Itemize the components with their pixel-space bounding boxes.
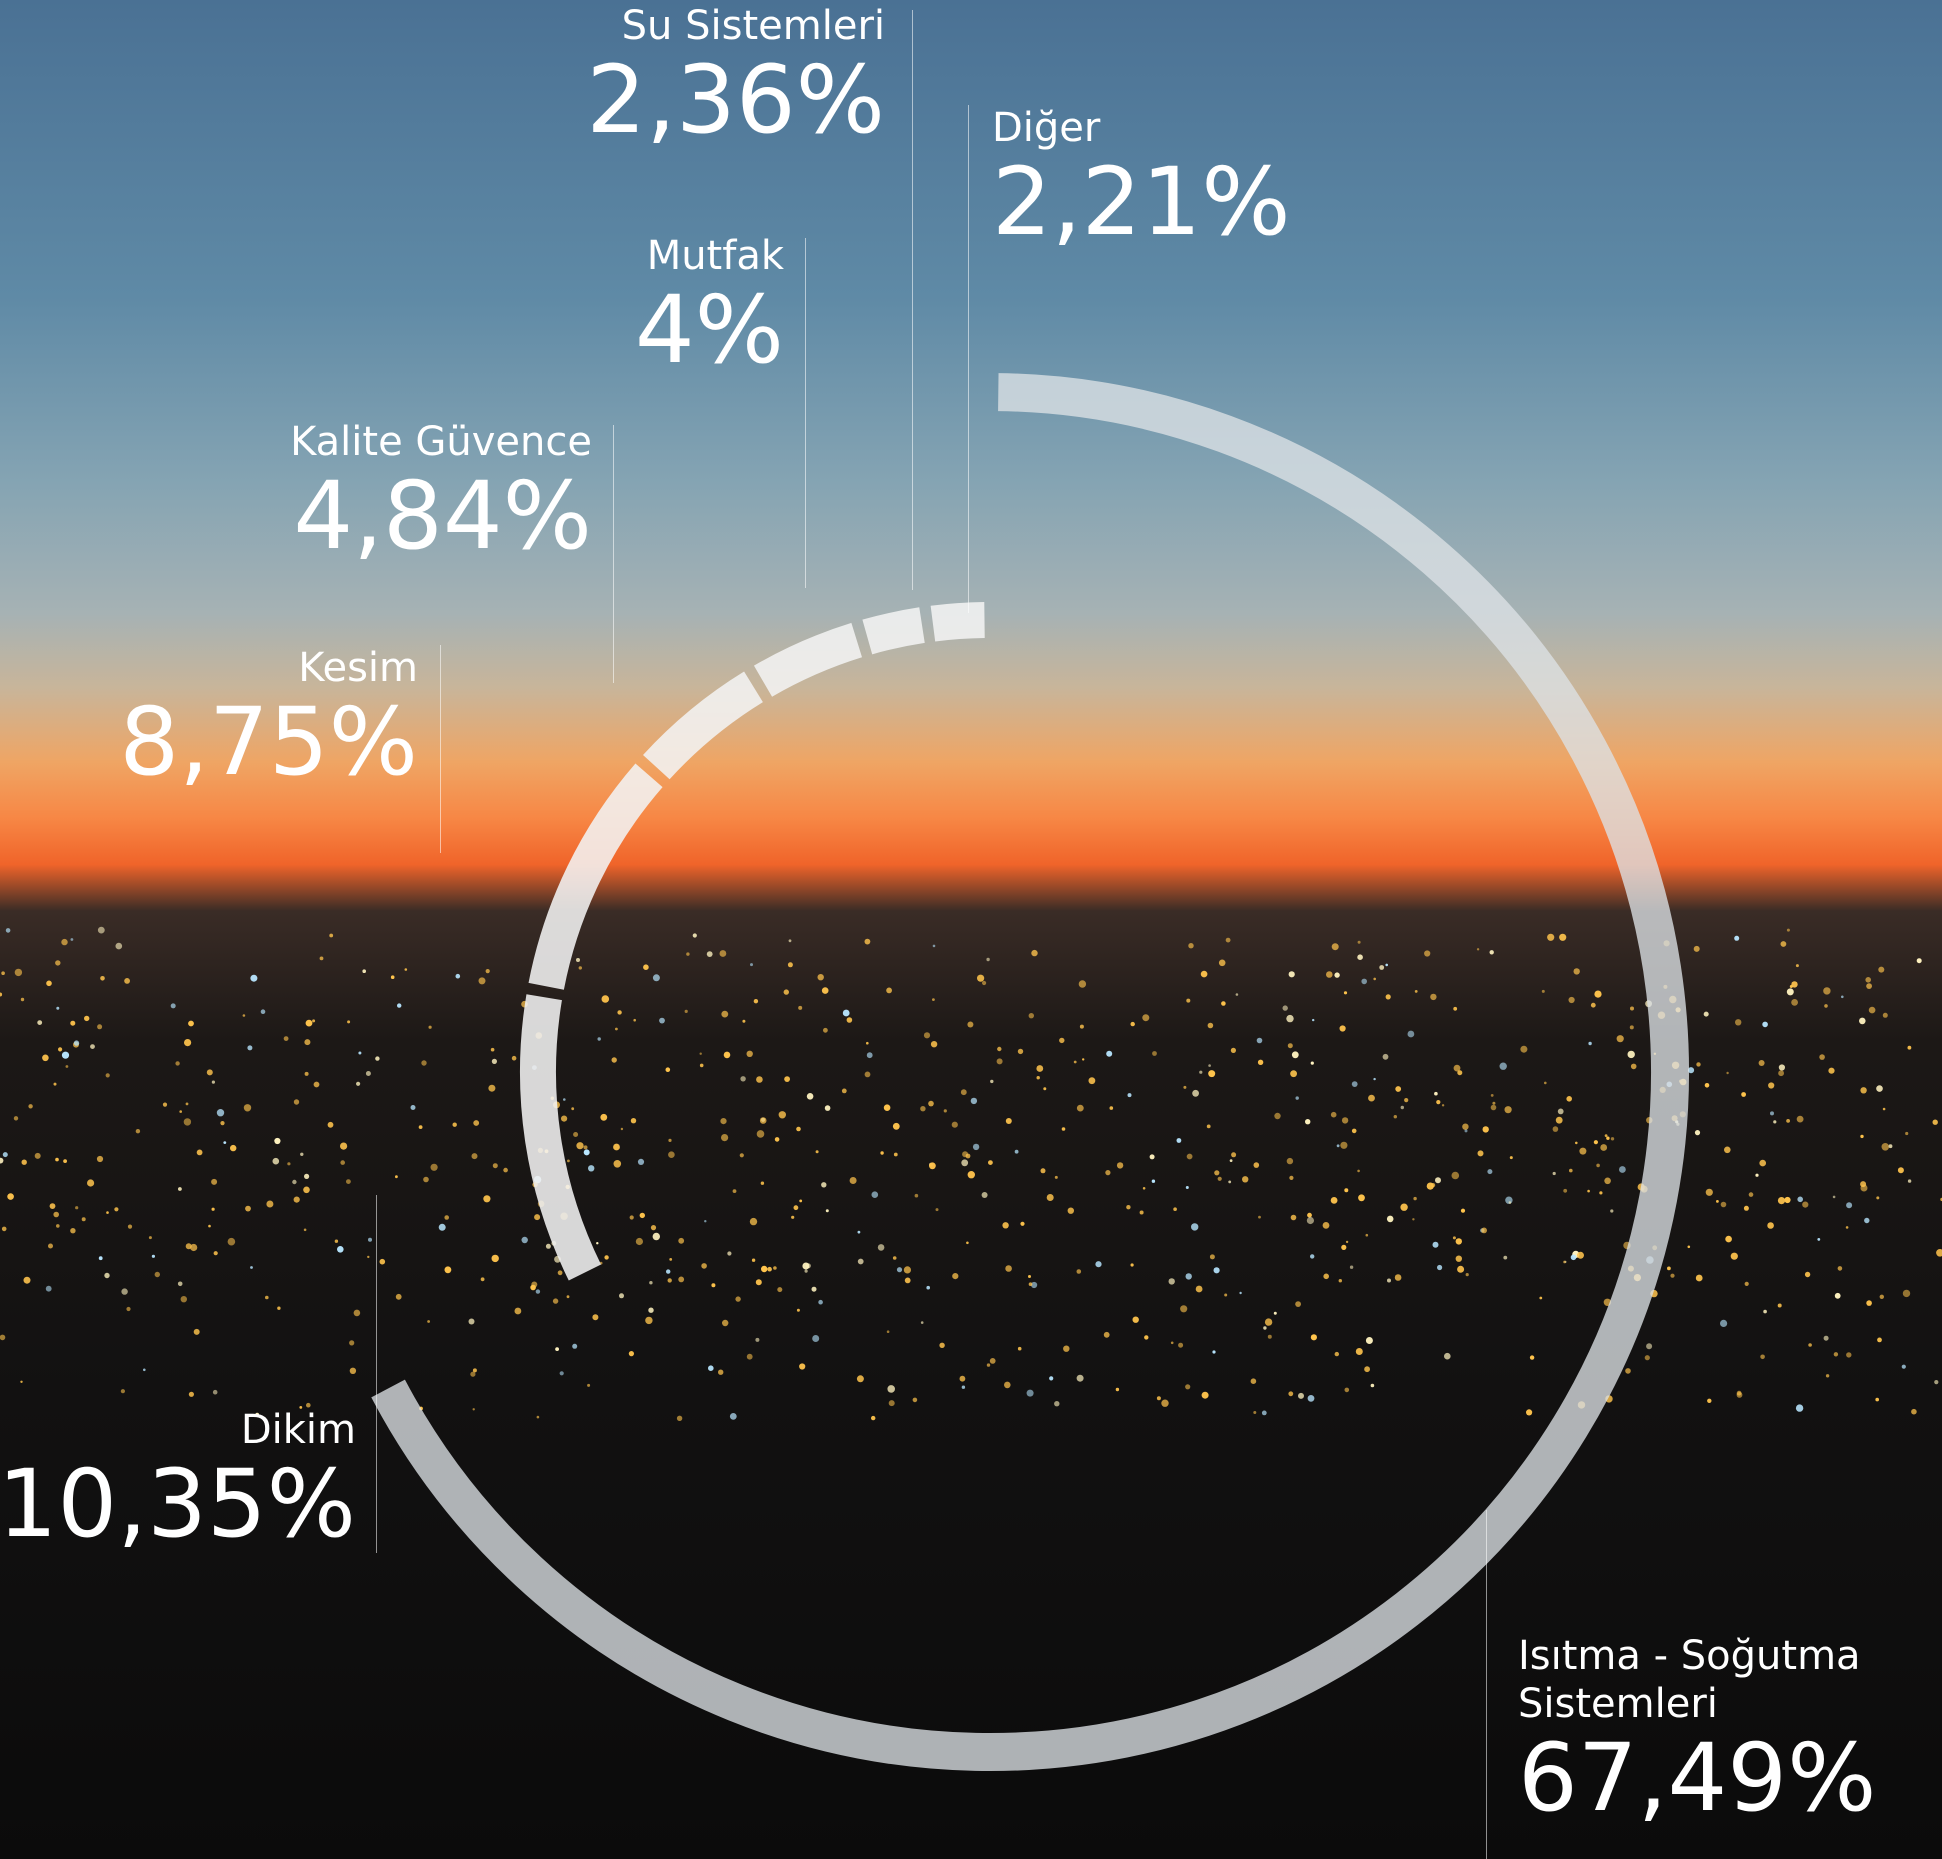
label-value: 67,49% <box>1518 1724 1877 1833</box>
label-value: 4% <box>634 276 784 385</box>
ring-segment-diğer <box>930 602 985 642</box>
label-name: Su Sistemleri <box>621 3 885 49</box>
leader-kesim <box>440 645 441 853</box>
label-mutfak: Mutfak 4% <box>635 232 784 378</box>
label-heating: Isıtma - Soğutma Sistemleri 67,49% <box>1518 1632 1876 1826</box>
label-diger: Diğer 2,21% <box>992 104 1291 250</box>
label-kalite-guvence: Kalite Güvence 4,84% <box>290 418 592 564</box>
label-name-line1: Isıtma - Soğutma <box>1518 1633 1861 1679</box>
ring-segment-isıtma-soğutma-sistemleri <box>371 373 1689 1772</box>
label-name-line2: Sistemleri <box>1518 1681 1718 1727</box>
label-value: 8,75% <box>119 688 418 797</box>
label-name: Kesim <box>298 645 418 691</box>
label-value: 2,21% <box>992 148 1291 257</box>
leader-heating <box>1486 1510 1487 1859</box>
leader-diger <box>968 105 969 613</box>
label-value: 2,36% <box>586 46 885 155</box>
label-dikim: Dikim 10,35% <box>0 1406 356 1552</box>
leader-su-sistemleri <box>912 10 913 590</box>
ring-segment-dikim <box>519 994 602 1281</box>
label-name: Dikim <box>240 1407 356 1453</box>
ring-segment-su-sistemleri <box>862 607 925 655</box>
label-value: 10,35% <box>0 1450 356 1559</box>
leader-dikim <box>376 1195 377 1553</box>
label-name: Kalite Güvence <box>290 419 592 465</box>
label-value: 4,84% <box>293 462 592 571</box>
label-su-sistemleri: Su Sistemleri 2,36% <box>586 2 885 148</box>
label-name: Diğer <box>992 105 1101 151</box>
ring-chart <box>371 373 1689 1772</box>
ring-segment-kesim <box>528 763 663 990</box>
label-kesim: Kesim 8,75% <box>119 644 418 790</box>
leader-mutfak <box>805 238 806 588</box>
ring-segment-kalite-güvence <box>643 671 764 780</box>
leader-kalite-guvence <box>613 425 614 683</box>
ring-segment-mutfak <box>753 622 863 697</box>
label-name: Mutfak <box>646 233 784 279</box>
